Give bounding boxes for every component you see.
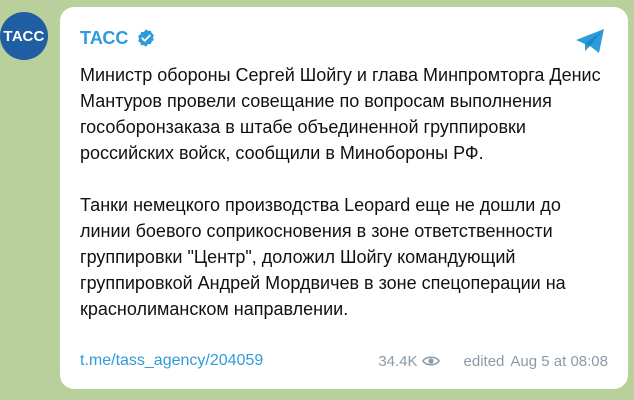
share-icon[interactable] [574,27,606,55]
post-link[interactable]: t.me/tass_agency/204059 [80,352,263,370]
message-meta: 34.4K edited Aug 5 at 08:08 [378,353,608,370]
message-header: ТАСС [80,27,156,49]
verified-badge-icon [138,29,155,47]
edited-label: edited [463,352,505,370]
message-text: Министр обороны Сергей Шойгу и глава Мин… [80,62,610,322]
avatar-label: ТАСС [3,27,45,45]
channel-name[interactable]: ТАСС [80,27,128,49]
message-footer: t.me/tass_agency/204059 34.4K edited Aug… [80,350,608,372]
message-paragraph-1: Министр обороны Сергей Шойгу и глава Мин… [80,65,601,163]
eye-icon [421,356,440,366]
message-paragraph-2: Танки немецкого производства Leopard еще… [80,195,566,319]
message-bubble: ТАСС Министр обороны Сергей Шойгу и глав… [60,7,628,389]
channel-avatar[interactable]: ТАСС [0,12,48,60]
view-count: 34.4K [378,352,418,370]
message-date: Aug 5 at 08:08 [510,352,608,370]
